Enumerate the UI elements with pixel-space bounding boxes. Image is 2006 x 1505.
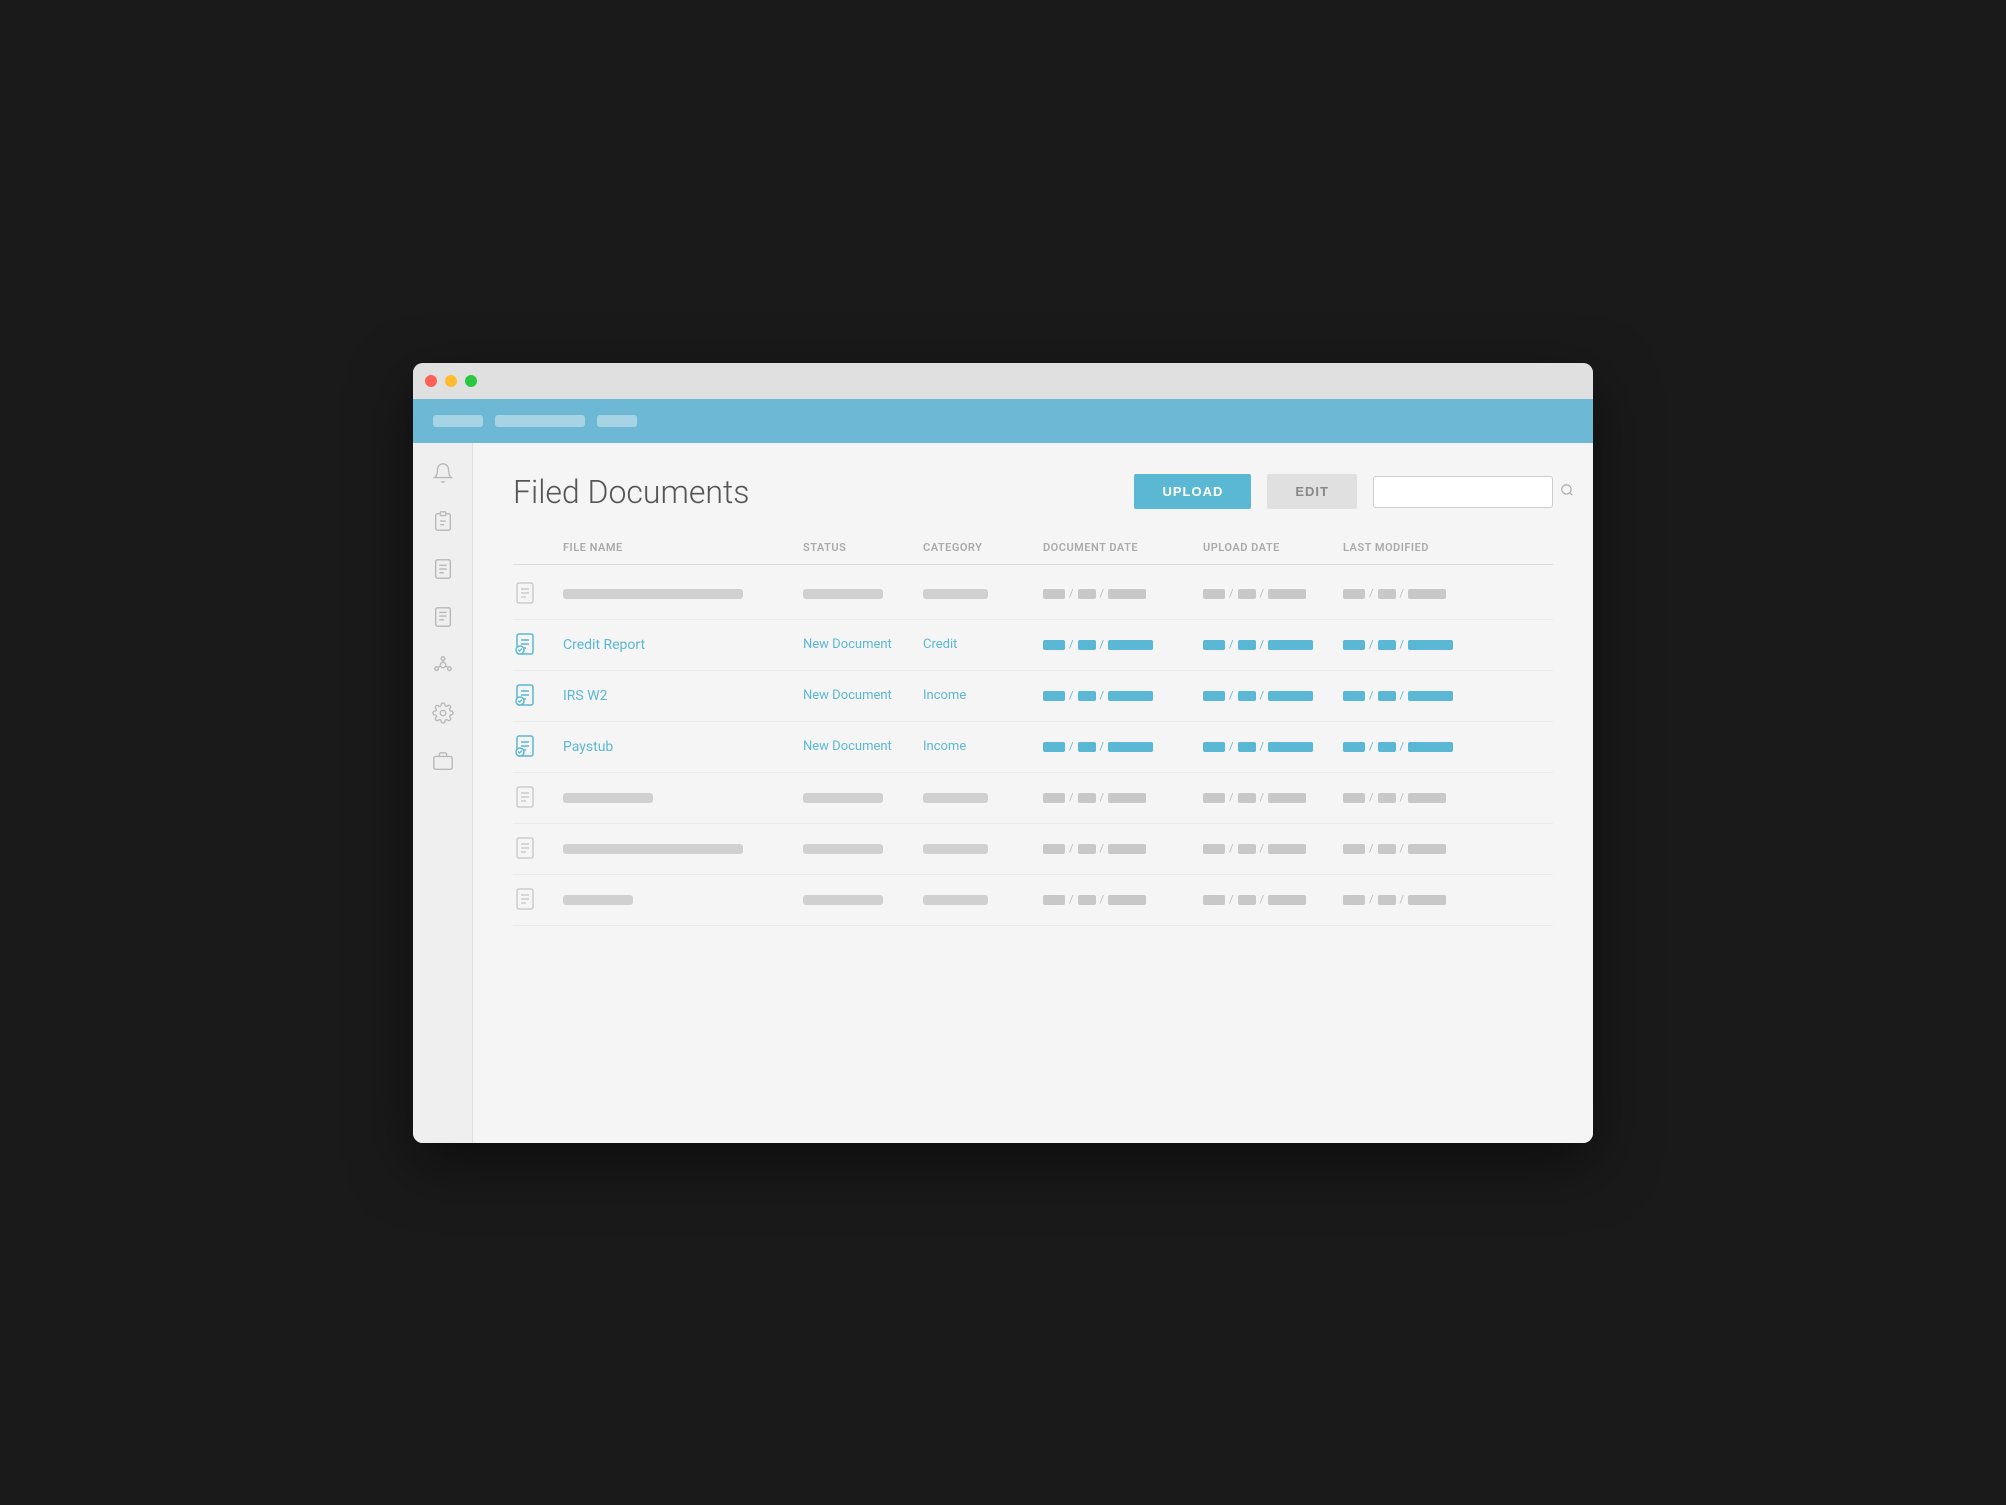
category-text: Income (923, 739, 1043, 754)
col-header-filename: FILE NAME (563, 541, 803, 554)
col-header-docdate: DOCUMENT DATE (1043, 541, 1203, 554)
col-header-icon (513, 541, 563, 554)
bell-icon[interactable] (429, 459, 457, 487)
docdate-cell: / / (1043, 842, 1203, 855)
status-text: New Document (803, 688, 923, 703)
filename-placeholder (563, 895, 633, 905)
page-title: Filed Documents (513, 473, 1118, 511)
doc-checked-icon (513, 632, 539, 658)
status-text: New Document (803, 637, 923, 652)
uploaddate-cell: / / (1203, 791, 1343, 804)
lastmod-cell: / / (1343, 842, 1493, 855)
edit-button[interactable]: EDIT (1267, 474, 1357, 509)
col-header-category: CATEGORY (923, 541, 1043, 554)
lastmod-cell: / / (1343, 791, 1493, 804)
app-window: Filed Documents UPLOAD EDIT FILE NAME ST… (413, 363, 1593, 1143)
table-row: Paystub New Document Income / / / (513, 722, 1553, 773)
status-text: New Document (803, 739, 923, 754)
document-table: FILE NAME STATUS CATEGORY DOCUMENT DATE … (513, 541, 1553, 926)
status-placeholder (803, 589, 883, 599)
lastmod-cell: / / (1343, 893, 1493, 906)
doc-icon (513, 785, 539, 811)
main-layout: Filed Documents UPLOAD EDIT FILE NAME ST… (413, 443, 1593, 1143)
doc-icon (513, 887, 539, 913)
document-list-icon[interactable] (429, 603, 457, 631)
search-icon (1560, 483, 1574, 501)
col-header-uploaddate: UPLOAD DATE (1203, 541, 1343, 554)
lastmod-cell: / / (1343, 638, 1493, 651)
category-placeholder (923, 844, 988, 854)
close-button[interactable] (425, 375, 437, 387)
content-area: Filed Documents UPLOAD EDIT FILE NAME ST… (473, 443, 1593, 1143)
filename-text[interactable]: Paystub (563, 739, 803, 755)
docdate-cell: / / (1043, 740, 1203, 753)
col-header-lastmod: LAST MODIFIED (1343, 541, 1493, 554)
nav-item-3 (597, 415, 637, 427)
settings-icon[interactable] (429, 699, 457, 727)
search-input[interactable] (1384, 484, 1560, 499)
table-row: / / / / / (513, 773, 1553, 824)
category-placeholder (923, 589, 988, 599)
uploaddate-cell: / / (1203, 740, 1343, 753)
table-row: / / / / / (513, 824, 1553, 875)
category-placeholder (923, 895, 988, 905)
filename-text[interactable]: IRS W2 (563, 688, 803, 704)
nav-bar (413, 399, 1593, 443)
category-text: Income (923, 688, 1043, 703)
upload-button[interactable]: UPLOAD (1134, 474, 1251, 509)
doc-icon (513, 581, 539, 607)
minimize-button[interactable] (445, 375, 457, 387)
briefcase-icon[interactable] (429, 747, 457, 775)
uploaddate-cell: / / (1203, 842, 1343, 855)
nav-item-2 (495, 415, 585, 427)
table-header: FILE NAME STATUS CATEGORY DOCUMENT DATE … (513, 541, 1553, 565)
nav-item-1 (433, 415, 483, 427)
doc-icon (513, 836, 539, 862)
filename-text[interactable]: Credit Report (563, 637, 803, 653)
category-placeholder (923, 793, 988, 803)
lastmod-cell: / / (1343, 587, 1493, 600)
maximize-button[interactable] (465, 375, 477, 387)
docdate-cell: / / (1043, 791, 1203, 804)
col-header-status: STATUS (803, 541, 923, 554)
doc-checked-icon (513, 683, 539, 709)
status-placeholder (803, 793, 883, 803)
search-box (1373, 476, 1553, 508)
filename-placeholder (563, 589, 743, 599)
lastmod-cell: / / (1343, 740, 1493, 753)
filename-placeholder (563, 793, 653, 803)
sidebar (413, 443, 473, 1143)
document-icon[interactable] (429, 555, 457, 583)
clipboard-icon[interactable] (429, 507, 457, 535)
docdate-cell: / / (1043, 689, 1203, 702)
uploaddate-cell: / / (1203, 638, 1343, 651)
docdate-cell: / / (1043, 638, 1203, 651)
network-icon[interactable] (429, 651, 457, 679)
table-row: IRS W2 New Document Income / / / / (513, 671, 1553, 722)
filename-placeholder (563, 844, 743, 854)
content-header: Filed Documents UPLOAD EDIT (513, 473, 1553, 511)
table-row: Credit Report New Document Credit / / / (513, 620, 1553, 671)
uploaddate-cell: / / (1203, 587, 1343, 600)
uploaddate-cell: / / (1203, 893, 1343, 906)
status-placeholder (803, 895, 883, 905)
table-row: / / / / (513, 569, 1553, 620)
title-bar (413, 363, 1593, 399)
doc-checked-icon (513, 734, 539, 760)
docdate-cell: / / (1043, 587, 1203, 600)
status-placeholder (803, 844, 883, 854)
table-row: / / / / / (513, 875, 1553, 926)
lastmod-cell: / / (1343, 689, 1493, 702)
docdate-cell: / / (1043, 893, 1203, 906)
uploaddate-cell: / / (1203, 689, 1343, 702)
category-text: Credit (923, 637, 1043, 652)
